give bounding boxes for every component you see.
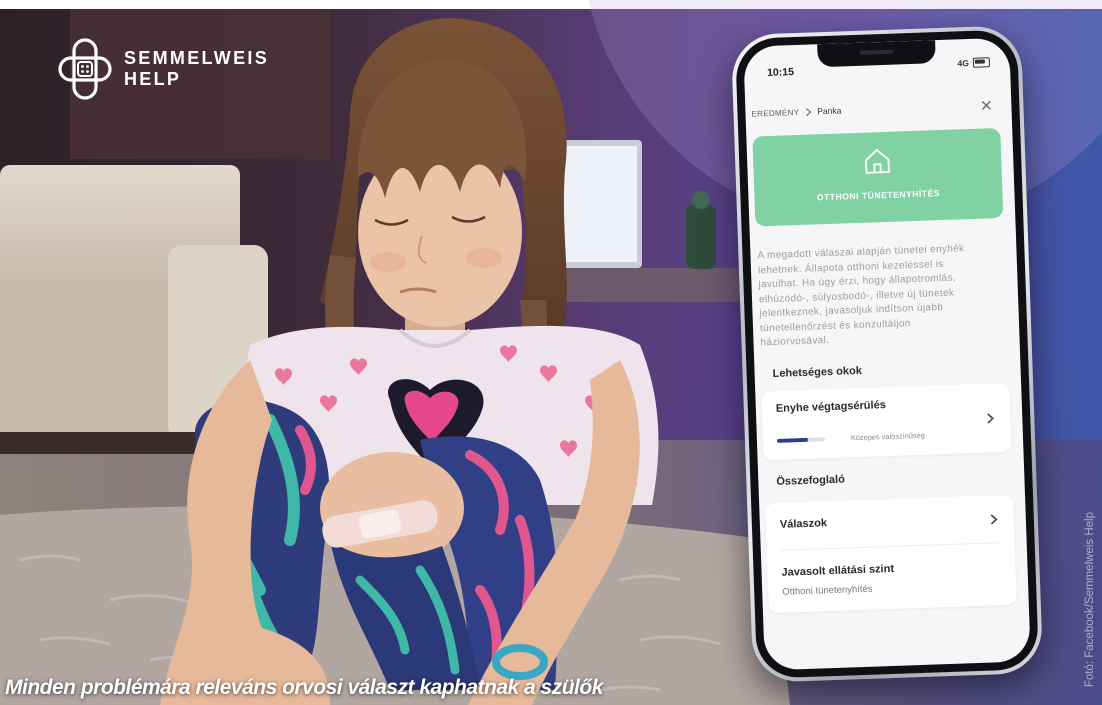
rounded-cross-logo-icon bbox=[58, 38, 112, 100]
phone-speaker bbox=[859, 49, 894, 55]
status-time: 10:15 bbox=[766, 66, 795, 80]
brand-name-line1: SEMMELWEIS bbox=[124, 48, 270, 68]
probability-bar bbox=[776, 436, 825, 443]
brand-name-line2: HELP bbox=[124, 69, 182, 89]
bottle bbox=[686, 205, 716, 269]
app-screen: 10:15 4G EREDMÉNY Panka OTTHONI TÜNETENY… bbox=[743, 37, 1031, 671]
probability-label: Közepes valószínűség bbox=[850, 430, 925, 443]
chevron-right-icon bbox=[987, 413, 995, 424]
breadcrumb-parent[interactable]: EREDMÉNY bbox=[751, 107, 799, 118]
network-label: 4G bbox=[957, 57, 970, 69]
summary-card: Válaszok Javasolt ellátási szint Otthoni… bbox=[765, 494, 1017, 614]
result-description: A megadott válaszai alapján tünetei enyh… bbox=[757, 241, 1013, 351]
phone-notch bbox=[817, 40, 936, 68]
house-icon bbox=[865, 149, 890, 174]
phone-mockup: 10:15 4G EREDMÉNY Panka OTTHONI TÜNETENY… bbox=[730, 25, 1044, 683]
desk bbox=[545, 268, 760, 302]
probability-row: Közepes valószínűség bbox=[776, 430, 925, 445]
row-divider bbox=[780, 542, 1001, 551]
brand-logo: SEMMELWEIS HELP bbox=[58, 38, 269, 100]
answers-row[interactable]: Válaszok bbox=[780, 517, 827, 531]
battery-icon bbox=[972, 57, 991, 68]
section-title-causes: Lehetséges okok bbox=[772, 364, 863, 381]
bottle-cap bbox=[692, 191, 710, 209]
result-title: OTTHONI TÜNETENYHÍTÉS bbox=[816, 188, 941, 203]
chevron-right-icon bbox=[805, 107, 812, 116]
close-icon[interactable] bbox=[980, 99, 992, 111]
monitor-screen bbox=[557, 146, 637, 262]
cause-name: Enyhe végtagsérülés bbox=[775, 399, 887, 415]
cause-card[interactable]: Enyhe végtagsérülés Közepes valószínűség bbox=[761, 382, 1012, 461]
care-level-label: Javasolt ellátási szint bbox=[781, 562, 895, 579]
care-level-value: Otthoni tünetenyhítés bbox=[782, 583, 873, 598]
photo-credit: Fotó: Facebook/Semmelweis Help bbox=[1084, 512, 1096, 688]
cheek-left bbox=[370, 252, 406, 272]
cheek-right bbox=[466, 248, 502, 268]
probability-bar-fill bbox=[776, 437, 809, 443]
breadcrumb: EREDMÉNY Panka bbox=[751, 105, 841, 118]
status-indicators: 4G bbox=[957, 57, 991, 69]
section-title-summary: Összefoglaló bbox=[776, 473, 846, 488]
brand-name: SEMMELWEIS HELP bbox=[124, 48, 269, 90]
photo-caption: Minden problémára releváns orvosi válasz… bbox=[5, 676, 603, 699]
result-card: OTTHONI TÜNETENYHÍTÉS bbox=[752, 127, 1004, 227]
chevron-right-icon[interactable] bbox=[990, 513, 998, 525]
photo-page: SEMMELWEIS HELP 10:15 4G EREDMÉNY Panka bbox=[0, 0, 1102, 705]
breadcrumb-current: Panka bbox=[817, 105, 842, 117]
